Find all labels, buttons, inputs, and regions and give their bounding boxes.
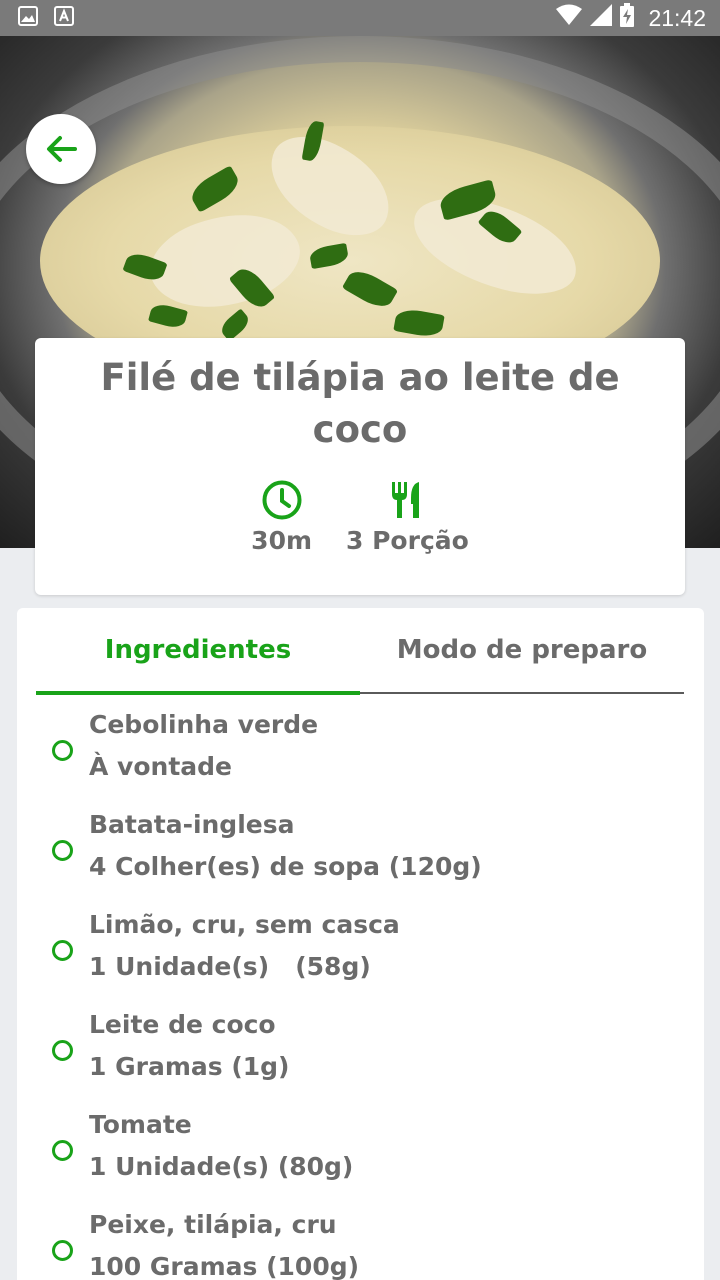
checkbox-circle-icon[interactable] (52, 840, 73, 861)
recipe-title: Filé de tilápia ao leite de coco (100, 356, 620, 451)
prep-time-label: 30m (251, 526, 313, 555)
ingredient-name: Leite de coco (89, 1010, 276, 1039)
ingredient-item[interactable]: Tomate 1 Unidade(s) (80g) (17, 1108, 704, 1208)
status-right: 21:42 (556, 3, 706, 33)
tab-bar: Ingredientes Modo de preparo (36, 608, 684, 695)
ingredient-quantity: 100 Gramas (100g) (89, 1252, 360, 1280)
text-a-icon (54, 6, 74, 30)
recipe-title-card: Filé de tilápia ao leite de coco 30m 3 P… (35, 338, 685, 595)
back-button[interactable] (26, 114, 96, 184)
recipe-meta: 30m 3 Porção (35, 478, 685, 555)
ingredient-quantity: 1 Unidade(s) (58g) (89, 952, 371, 981)
signal-icon (590, 4, 613, 32)
servings: 3 Porção (346, 478, 469, 555)
tab-ingredientes[interactable]: Ingredientes (36, 608, 360, 695)
ingredient-item[interactable]: Limão, cru, sem casca 1 Unidade(s) (58g) (17, 908, 704, 1008)
checkbox-circle-icon[interactable] (52, 1140, 73, 1161)
checkbox-circle-icon[interactable] (52, 1240, 73, 1261)
servings-label: 3 Porção (346, 526, 469, 555)
checkbox-circle-icon[interactable] (52, 940, 73, 961)
clock-icon (261, 478, 303, 522)
ingredient-item[interactable]: Cebolinha verde À vontade (17, 708, 704, 808)
status-time: 21:42 (648, 4, 706, 31)
tab-modo-de-preparo[interactable]: Modo de preparo (360, 608, 684, 692)
ingredient-name: Limão, cru, sem casca (89, 910, 400, 939)
ingredient-quantity: 1 Unidade(s) (80g) (89, 1152, 354, 1181)
fork-knife-icon (389, 478, 425, 522)
checkbox-circle-icon[interactable] (52, 740, 73, 761)
ingredient-name: Cebolinha verde (89, 710, 319, 739)
ingredient-item[interactable]: Batata-inglesa 4 Colher(es) de sopa (120… (17, 808, 704, 908)
checkbox-circle-icon[interactable] (52, 1040, 73, 1061)
wifi-icon (556, 4, 583, 32)
ingredient-item[interactable]: Peixe, tilápia, cru 100 Gramas (100g) (17, 1208, 704, 1280)
ingredient-name: Batata-inglesa (89, 810, 295, 839)
status-bar: 21:42 (0, 0, 720, 36)
image-icon (18, 6, 38, 30)
prep-time: 30m (251, 478, 312, 555)
ingredient-name: Peixe, tilápia, cru (89, 1210, 337, 1239)
ingredient-list: Cebolinha verde À vontade Batata-inglesa… (17, 708, 704, 1280)
battery-charging-icon (620, 3, 635, 33)
ingredient-quantity: À vontade (89, 752, 232, 781)
ingredient-item[interactable]: Leite de coco 1 Gramas (1g) (17, 1008, 704, 1108)
recipe-content-card: Ingredientes Modo de preparo Cebolinha v… (17, 608, 704, 1280)
ingredient-quantity: 4 Colher(es) de sopa (120g) (89, 852, 482, 881)
ingredient-name: Tomate (89, 1110, 192, 1139)
arrow-left-icon (47, 136, 77, 162)
status-left (18, 6, 74, 30)
ingredient-quantity: 1 Gramas (1g) (89, 1052, 290, 1081)
